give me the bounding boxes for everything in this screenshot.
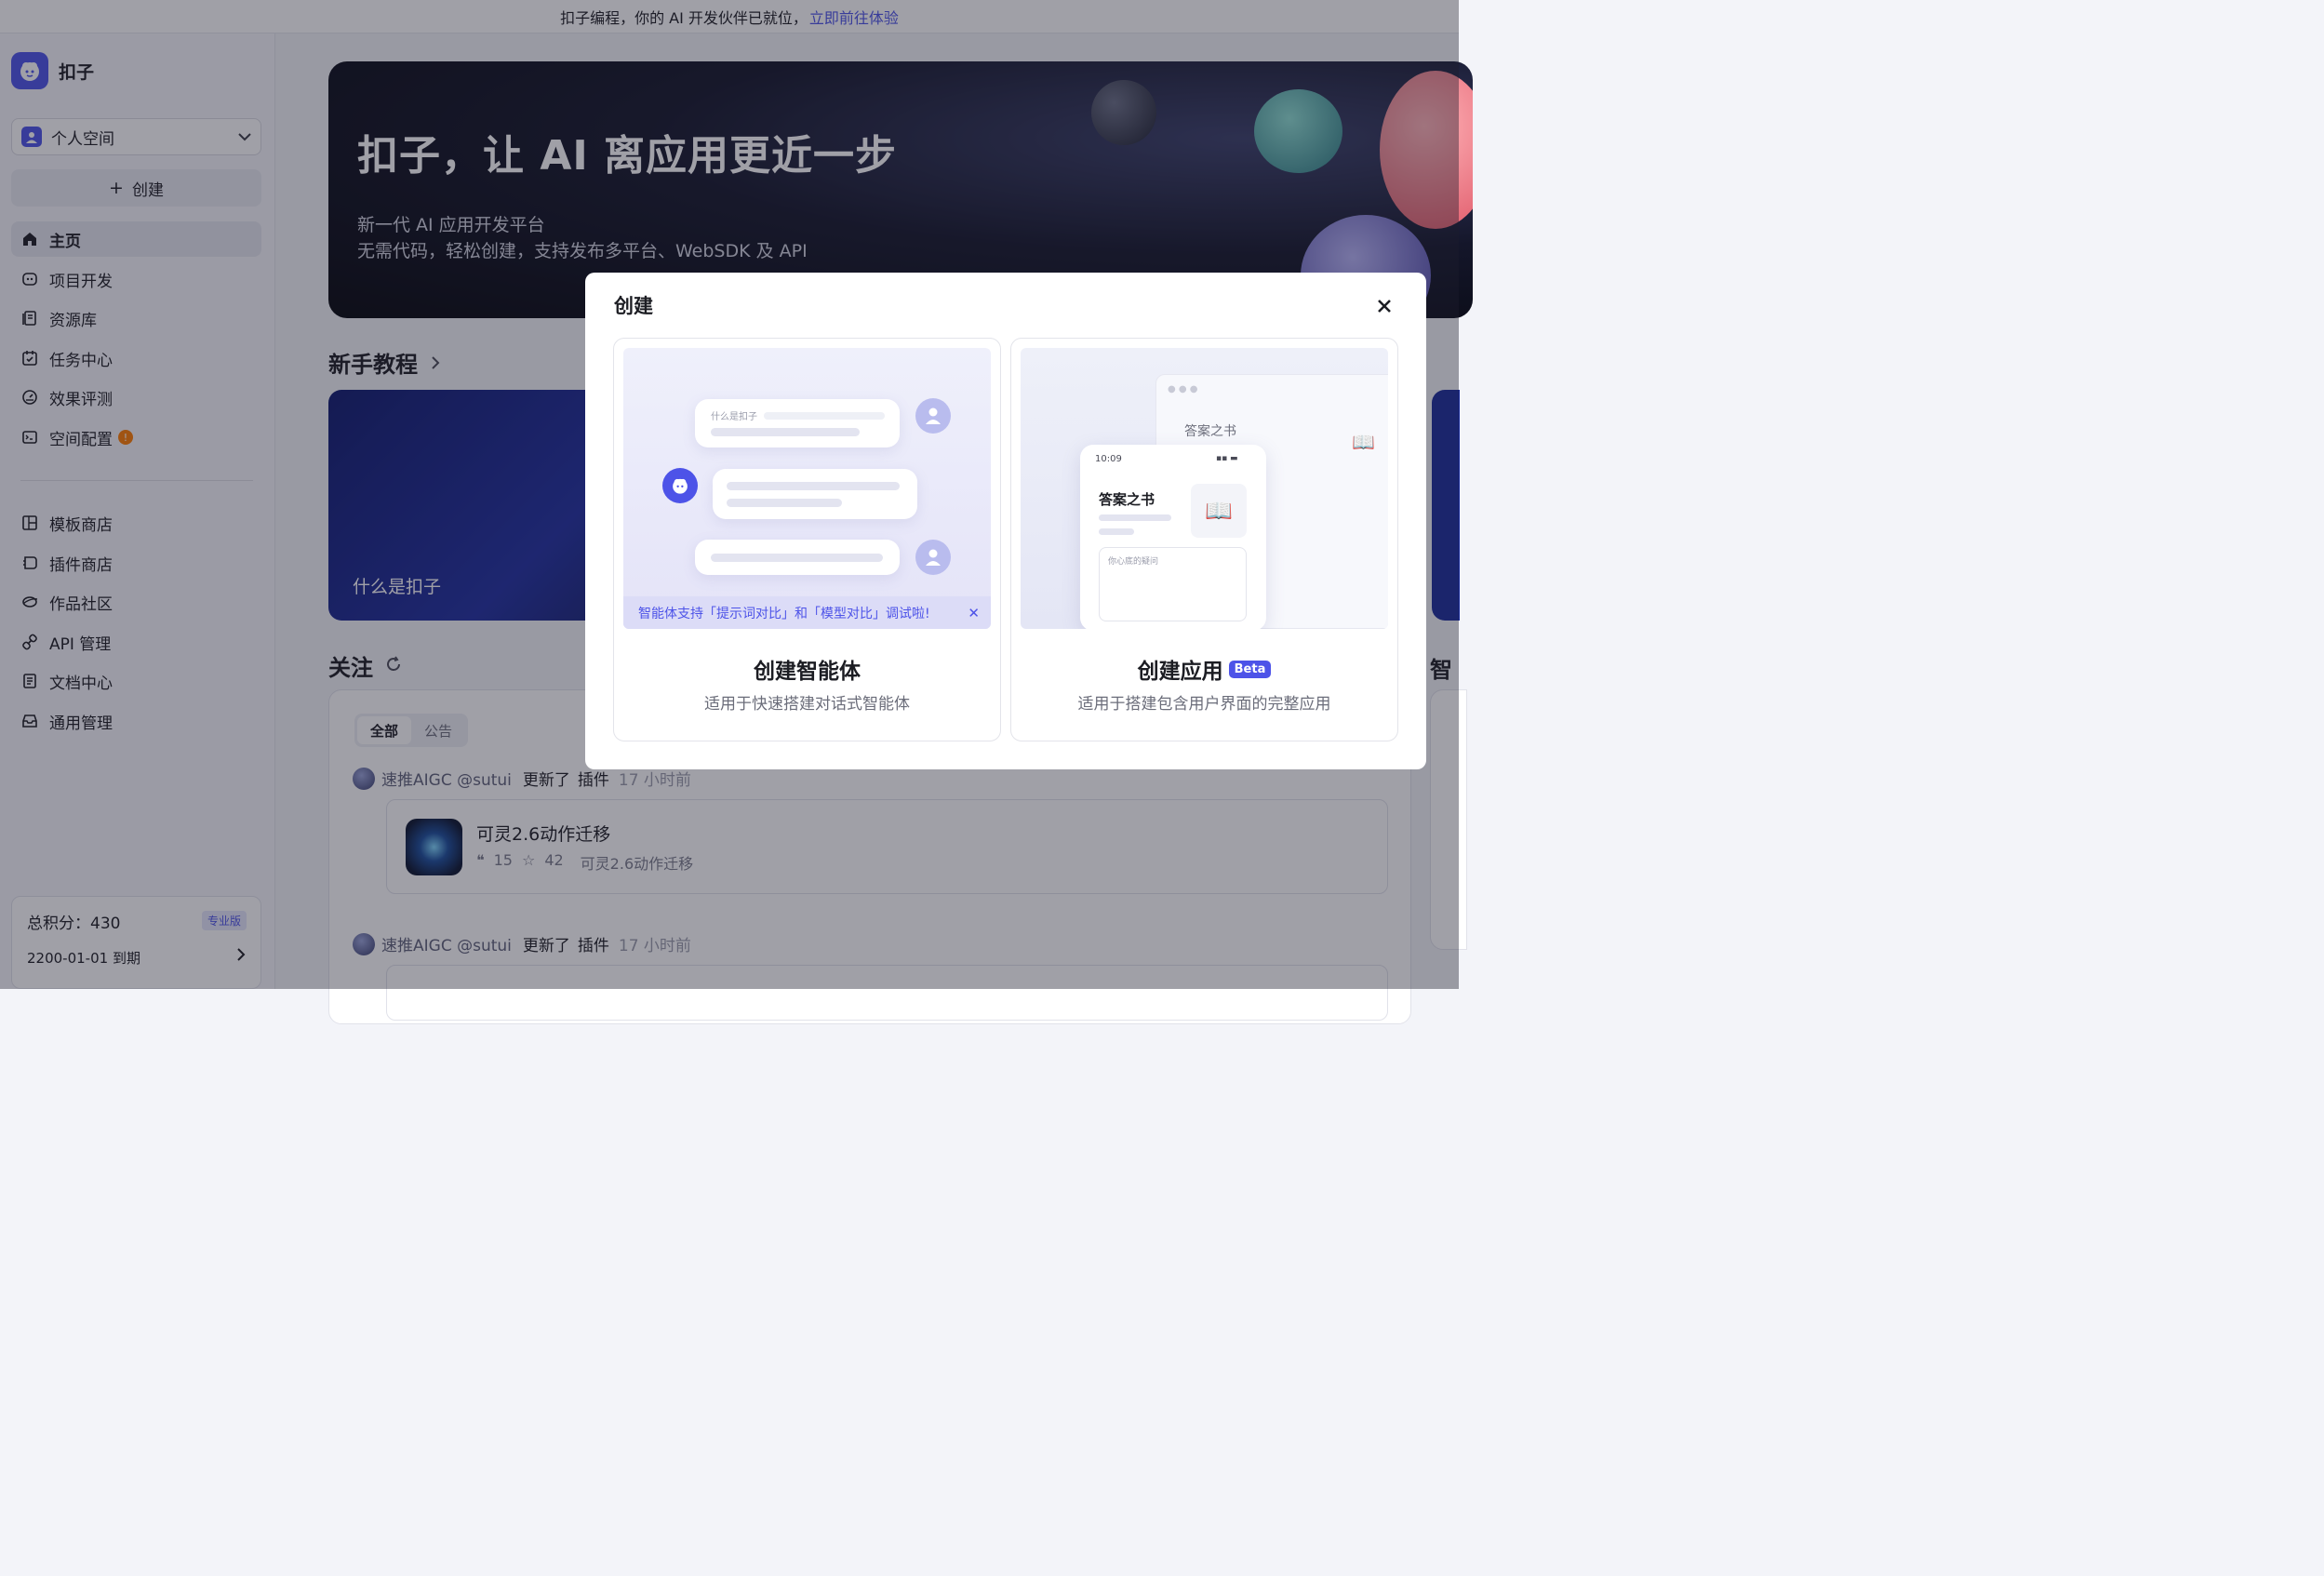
preview-question: 什么是扣子 [711,412,757,422]
agent-preview-image: 什么是扣子 智能体支持「提示词对比」和「模型对比」调试啦! ✕ [623,348,991,629]
banner-text: 智能体支持「提示词对比」和「模型对比」调试啦! [638,606,930,621]
phone-title: 答案之书 [1099,491,1155,508]
user-avatar-icon [915,540,951,575]
book-icon: 📖 [1191,484,1247,538]
question-input-mock: 你心底的疑问 [1099,547,1247,621]
create-app-title-row: 创建应用 Beta [1011,653,1397,685]
desktop-title: 答案之书 [1184,424,1236,439]
close-icon[interactable] [1373,295,1396,317]
create-modal: 创建 什么是扣子 智能体支持「提示词对比」和「模型对比」调试啦! ✕ 创建智能体… [585,273,1426,769]
chat-bubble [713,469,917,519]
bot-avatar-icon [662,468,698,503]
modal-title: 创建 [614,295,653,317]
create-agent-desc: 适用于快速搭建对话式智能体 [704,695,910,714]
create-app-desc: 适用于搭建包含用户界面的完整应用 [1077,695,1331,714]
user-avatar-icon [915,398,951,434]
create-agent-title: 创建智能体 [754,660,861,684]
signal-battery-icon: ▪▪ ▬ [1216,454,1238,463]
phone-time: 10:09 [1095,454,1122,464]
chat-bubble: 什么是扣子 [695,399,900,447]
question-placeholder: 你心底的疑问 [1108,557,1159,567]
create-agent-option[interactable]: 什么是扣子 智能体支持「提示词对比」和「模型对比」调试啦! ✕ 创建智能体 适用… [613,338,1001,741]
app-preview-image: ● ● ● 答案之书 📖 10:09 ▪▪ ▬ 答案之书 📖 你心底的疑问 [1021,348,1388,629]
create-app-title: 创建应用 [1137,660,1223,684]
close-icon[interactable]: ✕ [968,605,980,621]
agent-feature-banner: 智能体支持「提示词对比」和「模型对比」调试啦! ✕ [623,596,991,629]
window-dots: ● ● ● [1168,384,1198,394]
beta-badge: Beta [1228,660,1272,678]
phone-mock: 10:09 ▪▪ ▬ 答案之书 📖 你心底的疑问 [1080,445,1266,629]
book-icon: 📖 [1352,431,1375,453]
create-app-option[interactable]: ● ● ● 答案之书 📖 10:09 ▪▪ ▬ 答案之书 📖 你心底的疑问 创建… [1010,338,1398,741]
chat-bubble [695,540,900,575]
